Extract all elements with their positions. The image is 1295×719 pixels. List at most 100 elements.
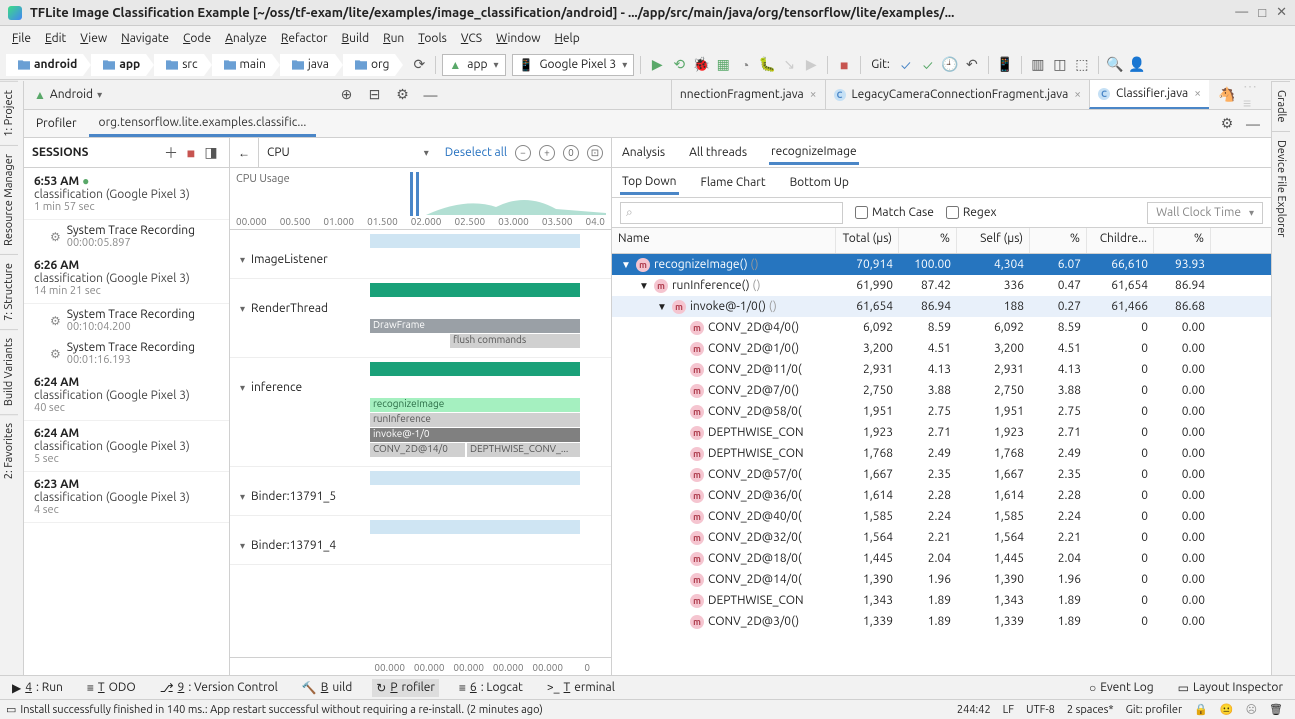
tool-tab-profiler[interactable]: ↻ Profiler [372,679,439,697]
side-tab-1--project[interactable]: 1: Project [0,81,18,145]
chevron-down-icon[interactable] [240,381,245,394]
session-item[interactable]: 6:26 AMclassification (Google Pixel 3)14… [24,253,229,304]
thread-renderthread[interactable]: RenderThreadDrawFrameflush commands [230,279,611,358]
face-neutral-icon[interactable]: 😐 [1214,703,1240,716]
lock-icon[interactable]: 🔒 [1188,703,1214,716]
debug-icon[interactable]: 🐞 [691,55,711,75]
breadcrumb-app[interactable]: app [91,54,146,76]
search-icon[interactable]: 🔍 [1105,55,1125,75]
menu-edit[interactable]: Edit [39,30,72,47]
table-row[interactable]: mDEPTHWISE_CON1,9232.711,9232.7100.00 [612,422,1271,443]
avd-icon[interactable]: 📱 [995,55,1015,75]
expand-icon[interactable]: ▼ [656,301,668,313]
table-row[interactable]: mDEPTHWISE_CON1,7682.491,7682.4900.00 [612,443,1271,464]
attach-debugger-icon[interactable]: 🐛 [757,55,777,75]
table-row[interactable]: mCONV_2D@11/0(2,9314.132,9314.1300.00 [612,359,1271,380]
thread-imagelistener[interactable]: ImageListener [230,230,611,279]
more-icon[interactable]: ▶ [801,55,821,75]
minimize-icon[interactable]: — [1235,5,1248,20]
tool-tab-layout-inspector[interactable]: ▭ Layout Inspector [1174,679,1287,697]
nav-left-icon[interactable]: 🐴 [1217,85,1237,105]
settings-icon[interactable]: ⚙ [392,85,412,105]
profiler-package[interactable]: org.tensorflow.lite.examples.classific..… [89,110,317,137]
encoding[interactable]: UTF-8 [1020,704,1061,716]
expand-icon[interactable]: ▼ [620,259,632,271]
side-tab-2--favorites[interactable]: 2: Favorites [0,414,18,487]
session-item[interactable]: 6:23 AMclassification (Google Pixel 3)4 … [24,472,229,523]
stop-icon[interactable]: ■ [834,55,854,75]
tool-tab-terminal[interactable]: >_ Terminal [543,679,619,696]
table-row[interactable]: mCONV_2D@1/0()3,2004.513,2004.5100.00 [612,338,1271,359]
close-tab-icon[interactable]: × [1194,87,1201,100]
project-view-combo[interactable]: ▲ Android ▾ [24,80,112,109]
git-history-icon[interactable]: 🕘 [940,55,960,75]
side-tab-build-variants[interactable]: Build Variants [0,329,18,414]
sdk-icon[interactable]: ▥ [1028,55,1048,75]
cpu-type-combo[interactable]: CPU▾ [258,138,437,167]
line-ending[interactable]: LF [997,704,1020,716]
menu-window[interactable]: Window [490,30,546,47]
menu-analyze[interactable]: Analyze [219,30,273,47]
menu-file[interactable]: File [6,30,37,47]
trace-block[interactable]: invoke@-1/0 [370,428,580,442]
table-row[interactable]: ▼mrecognizeImage() ()70,914100.004,3046.… [612,254,1271,275]
table-row[interactable]: mCONV_2D@57/0(1,6672.351,6672.3500.00 [612,464,1271,485]
view-tab-top-down[interactable]: Top Down [620,171,679,195]
toggle-panel-icon[interactable]: ◨ [201,143,221,163]
profile-icon[interactable]: ◔ [735,55,755,75]
hide-icon[interactable]: — [420,85,440,105]
table-row[interactable]: mCONV_2D@58/0(1,9512.751,9512.7500.00 [612,401,1271,422]
trace-block[interactable]: DrawFrame [370,319,580,333]
git-branch[interactable]: Git: profiler [1120,704,1189,716]
thread-binder:13791_4[interactable]: Binder:13791_4 [230,516,611,565]
user-icon[interactable]: 👤 [1127,55,1147,75]
profiler-settings-icon[interactable]: ⚙ [1217,114,1237,134]
tool-tab----run[interactable]: ▶ 4: Run [8,679,67,697]
git-revert-icon[interactable]: ↶ [962,55,982,75]
cpu-usage-chart[interactable]: CPU Usage 00.00000.50001.00001.50002.000… [230,168,611,230]
resource-icon[interactable]: ◫ [1050,55,1070,75]
indent[interactable]: 2 spaces* [1061,704,1120,716]
menu-code[interactable]: Code [177,30,217,47]
zoom-sel-icon[interactable]: ⊡ [587,145,603,161]
close-tab-icon[interactable]: × [810,88,817,101]
menu-build[interactable]: Build [336,30,376,47]
memory-icon[interactable]: 🗑 [1263,703,1289,716]
recording-item[interactable]: ⚙System Trace Recording00:01:16.193 [24,337,229,370]
chevron-down-icon[interactable] [240,490,245,503]
collapse-icon[interactable]: ⊟ [364,85,384,105]
session-item[interactable]: 6:24 AMclassification (Google Pixel 3)40… [24,370,229,421]
menu-tools[interactable]: Tools [412,30,453,47]
table-row[interactable]: mDEPTHWISE_CON1,3431.891,3431.8900.00 [612,590,1271,611]
clock-combo[interactable]: Wall Clock Time▾ [1147,202,1263,224]
trace-block[interactable]: runInference [370,413,580,427]
menu-refactor[interactable]: Refactor [275,30,334,47]
table-row[interactable]: mCONV_2D@7/0()2,7503.882,7503.8800.00 [612,380,1271,401]
caret-position[interactable]: 244:42 [951,704,997,716]
tool-tab-todo[interactable]: ≡ TODO [83,679,140,697]
breadcrumb-java[interactable]: java [280,54,335,76]
close-icon[interactable]: ✕ [1276,5,1287,20]
table-row[interactable]: mCONV_2D@36/0(1,6142.281,6142.2800.00 [612,485,1271,506]
face-sad-icon[interactable]: ☹ [1240,703,1263,716]
regex-checkbox[interactable]: Regex [946,206,997,219]
expand-icon[interactable]: ▼ [638,280,650,292]
chevron-down-icon[interactable] [240,539,245,552]
side-tab-gradle[interactable]: Gradle [1272,81,1290,131]
stop-session-icon[interactable]: ■ [181,143,201,163]
table-row[interactable]: mCONV_2D@3/0()1,3391.891,3391.8900.00 [612,611,1271,632]
tool-tab----logcat[interactable]: ≡ 6: Logcat [455,679,527,697]
analysis-tab-analysis[interactable]: Analysis [620,142,667,163]
maximize-icon[interactable]: □ [1258,5,1266,20]
menu-view[interactable]: View [74,30,113,47]
table-row[interactable]: mCONV_2D@14/0(1,3901.961,3901.9600.00 [612,569,1271,590]
menu-run[interactable]: Run [377,30,410,47]
apply-changes-icon[interactable]: ⟲ [669,55,689,75]
breadcrumb-android[interactable]: android [6,54,83,76]
zoom-out-icon[interactable]: − [515,145,531,161]
search-input[interactable] [620,202,843,224]
view-tab-flame-chart[interactable]: Flame Chart [699,172,768,193]
session-item[interactable]: 6:53 AM ●classification (Google Pixel 3)… [24,168,229,220]
run-config-combo[interactable]: ▲ app [442,54,505,76]
zoom-in-icon[interactable]: + [539,145,555,161]
